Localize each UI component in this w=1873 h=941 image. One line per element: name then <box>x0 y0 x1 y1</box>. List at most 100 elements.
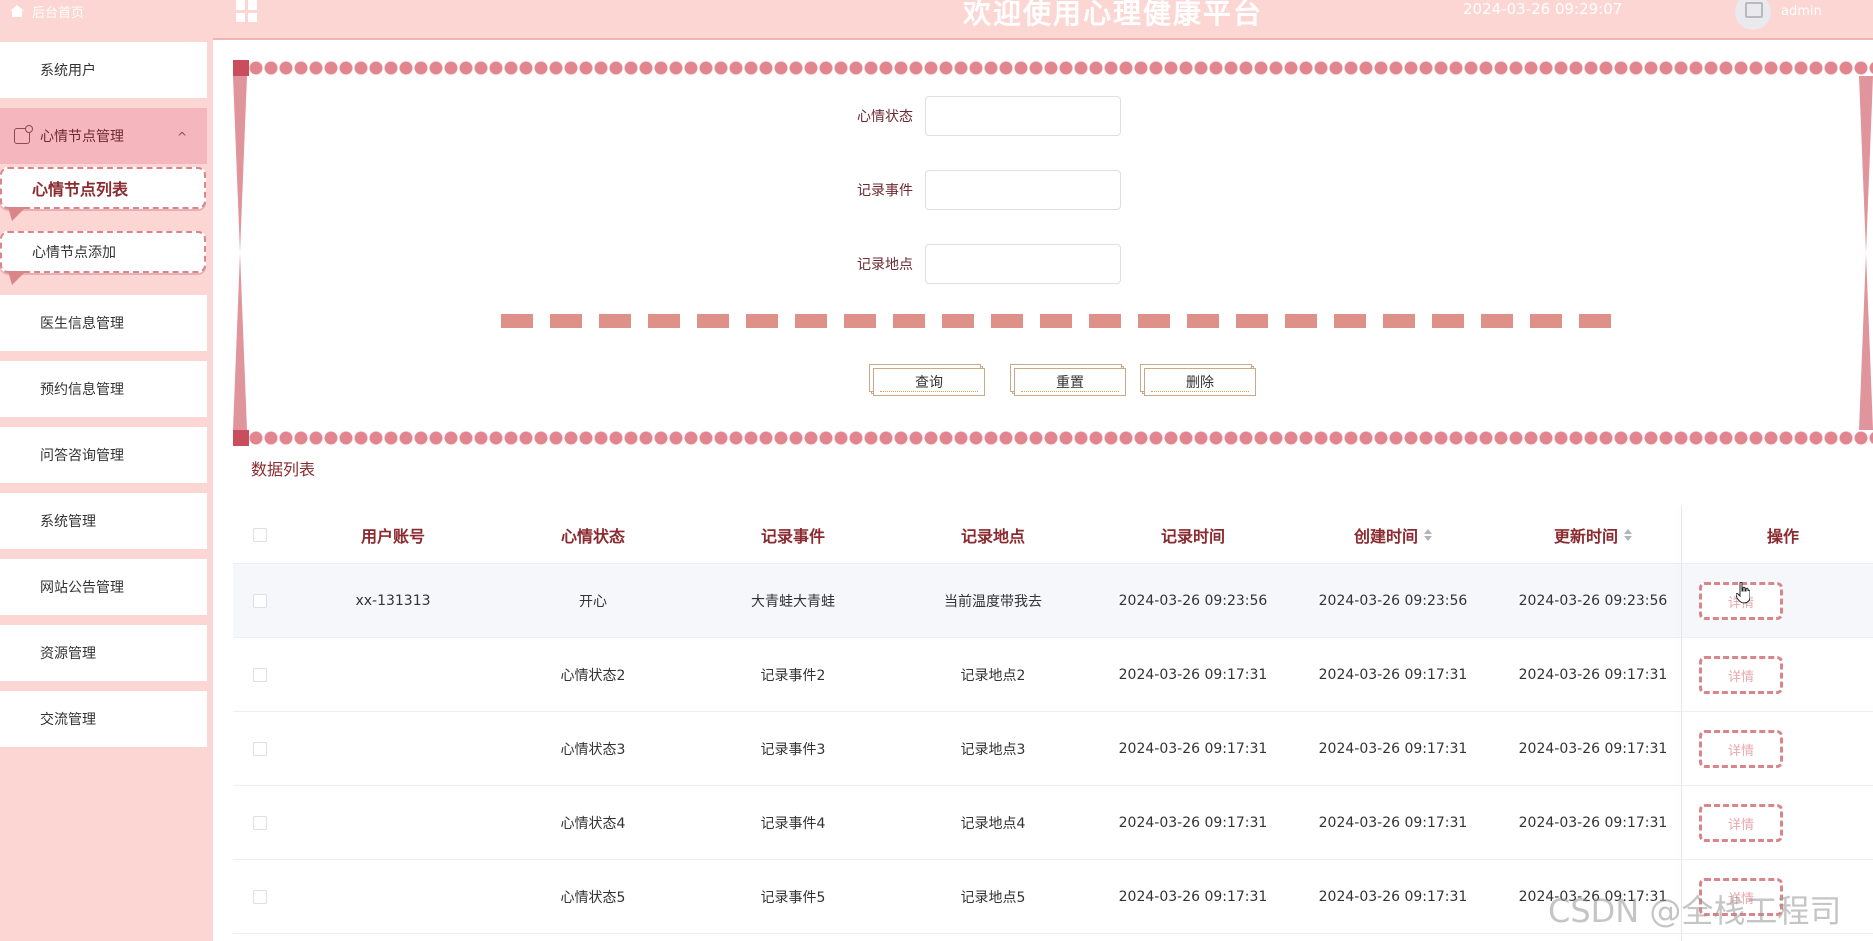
row-checkbox[interactable] <box>253 668 267 682</box>
sidebar: 后台首页 系统用户 心情节点管理 ^ 心情节点列表 心情节点添加 医生信息管理 … <box>0 0 213 941</box>
header-username[interactable]: admin <box>1781 4 1822 19</box>
cell-mood: 心情状态5 <box>560 890 626 906</box>
cell-account: xx-131313 <box>355 593 431 609</box>
reset-button[interactable]: 重置 <box>1014 368 1126 396</box>
event-label: 记录事件 <box>857 183 913 199</box>
cell-record-time: 2024-03-26 09:23:56 <box>1118 593 1268 609</box>
sidebar-item-label: 心情节点管理 <box>40 129 124 145</box>
sidebar-item-qa-consult[interactable]: 问答咨询管理 <box>0 427 207 483</box>
page-title: 欢迎使用心理健康平台 <box>962 0 1263 30</box>
detail-button[interactable]: 详情 <box>1699 730 1783 768</box>
sidebar-item-system-users[interactable]: 系统用户 <box>0 42 207 98</box>
chevron-up-icon: ^ <box>176 130 187 144</box>
select-all-checkbox[interactable] <box>253 528 267 542</box>
table-row[interactable]: 心情状态3 记录事件3 记录地点3 2024-03-26 09:17:31 20… <box>233 712 1873 786</box>
col-update-time[interactable]: 更新时间 <box>1493 506 1693 564</box>
col-place: 记录地点 <box>960 527 1025 546</box>
cell-place: 记录地点2 <box>960 668 1026 684</box>
sidebar-item-system-manage[interactable]: 系统管理 <box>0 493 207 549</box>
sidebar-subitem-mood-node-list[interactable]: 心情节点列表 <box>0 167 206 221</box>
sidebar-item-label: 医生信息管理 <box>40 316 124 332</box>
sidebar-item-label: 预约信息管理 <box>40 382 124 398</box>
cell-create-time: 2024-03-26 09:17:31 <box>1318 815 1468 831</box>
sidebar-home[interactable]: 后台首页 <box>0 0 213 22</box>
cell-record-time: 2024-03-26 09:17:31 <box>1118 889 1268 905</box>
sidebar-subitem-mood-node-add[interactable]: 心情节点添加 <box>0 231 206 285</box>
col-event: 记录事件 <box>760 527 825 546</box>
avatar-image-icon[interactable] <box>1735 0 1771 30</box>
mood-input[interactable] <box>925 96 1121 136</box>
row-checkbox[interactable] <box>253 594 267 608</box>
fixed-column-divider <box>1681 506 1682 941</box>
cell-event: 大青蛙大青蛙 <box>751 594 835 610</box>
cell-place: 记录地点4 <box>960 816 1026 832</box>
cell-event: 记录事件4 <box>760 816 826 832</box>
cell-create-time: 2024-03-26 09:17:31 <box>1318 741 1468 757</box>
cell-mood: 开心 <box>579 594 607 610</box>
cell-update-time: 2024-03-26 09:17:31 <box>1518 815 1668 831</box>
decorative-side-right <box>1859 76 1873 430</box>
row-checkbox[interactable] <box>253 742 267 756</box>
cell-mood: 心情状态3 <box>560 742 626 758</box>
cell-event: 记录事件5 <box>760 890 826 906</box>
col-mood: 心情状态 <box>560 527 625 546</box>
cell-event: 记录事件3 <box>760 742 826 758</box>
col-record-time: 记录时间 <box>1160 527 1225 546</box>
cell-mood: 心情状态4 <box>560 816 626 832</box>
cell-account <box>293 786 493 860</box>
cell-place: 记录地点3 <box>960 742 1026 758</box>
sidebar-item-mood-node-manage[interactable]: 心情节点管理 ^ <box>0 108 207 164</box>
sidebar-item-label: 交流管理 <box>40 712 96 728</box>
search-row-place: 记录地点 <box>833 244 1121 284</box>
node-manage-icon <box>14 125 33 144</box>
delete-button[interactable]: 删除 <box>1144 368 1256 396</box>
sidebar-item-doctor-info[interactable]: 医生信息管理 <box>0 295 207 351</box>
decorative-corner <box>233 60 249 76</box>
place-input[interactable] <box>925 244 1121 284</box>
cell-record-time: 2024-03-26 09:17:31 <box>1118 815 1268 831</box>
sidebar-subitem-label: 心情节点添加 <box>32 245 116 261</box>
query-button[interactable]: 查询 <box>873 368 985 396</box>
cell-update-time: 2024-03-26 09:23:56 <box>1518 593 1668 609</box>
sidebar-item-resource[interactable]: 资源管理 <box>0 625 207 681</box>
cell-create-time: 2024-03-26 09:17:31 <box>1318 667 1468 683</box>
sidebar-item-label: 网站公告管理 <box>40 580 124 596</box>
row-checkbox[interactable] <box>253 890 267 904</box>
detail-button[interactable]: 详情 <box>1699 804 1783 842</box>
table-row[interactable]: 心情状态4 记录事件4 记录地点4 2024-03-26 09:17:31 20… <box>233 786 1873 860</box>
place-label: 记录地点 <box>857 257 913 273</box>
sidebar-home-label: 后台首页 <box>32 5 85 21</box>
decorative-border-bottom <box>233 430 1873 446</box>
decorative-side-left <box>233 76 247 430</box>
table-row[interactable]: 心情状态2 记录事件2 记录地点2 2024-03-26 09:17:31 20… <box>233 638 1873 712</box>
hand-cursor-icon <box>1736 582 1750 604</box>
decorative-corner <box>233 430 249 446</box>
search-row-mood: 心情状态 <box>833 96 1121 136</box>
cell-update-time: 2024-03-26 09:17:31 <box>1518 741 1668 757</box>
cell-create-time: 2024-03-26 09:23:56 <box>1318 593 1468 609</box>
event-input[interactable] <box>925 170 1121 210</box>
sidebar-item-site-notice[interactable]: 网站公告管理 <box>0 559 207 615</box>
table-row[interactable]: xx-131313 开心 大青蛙大青蛙 当前温度带我去 2024-03-26 0… <box>233 564 1873 638</box>
cell-account <box>293 638 493 712</box>
col-create-time[interactable]: 创建时间 <box>1293 506 1493 564</box>
row-checkbox[interactable] <box>253 816 267 830</box>
cell-account <box>293 712 493 786</box>
sidebar-subitem-label: 心情节点列表 <box>32 180 129 199</box>
list-title: 数据列表 <box>251 460 316 479</box>
sidebar-item-appointment[interactable]: 预约信息管理 <box>0 361 207 417</box>
sidebar-item-label: 问答咨询管理 <box>40 448 124 464</box>
header-datetime: 2024-03-26 09:29:07 <box>1463 0 1623 18</box>
cell-mood: 心情状态2 <box>560 668 626 684</box>
search-panel: 心情状态 记录事件 记录地点 查询 重置 删除 <box>233 60 1873 446</box>
sort-caret-icon[interactable] <box>1624 529 1632 541</box>
cell-update-time: 2024-03-26 09:17:31 <box>1518 667 1668 683</box>
table-header: 用户账号 心情状态 记录事件 记录地点 记录时间 创建时间 更新时间 操作 <box>233 506 1873 564</box>
sidebar-item-exchange[interactable]: 交流管理 <box>0 691 207 747</box>
decorative-dash-line <box>501 314 1621 328</box>
grid-menu-icon[interactable] <box>236 0 258 22</box>
sort-caret-icon[interactable] <box>1424 529 1432 541</box>
cell-record-time: 2024-03-26 09:17:31 <box>1118 741 1268 757</box>
detail-button[interactable]: 详情 <box>1699 656 1783 694</box>
col-action: 操作 <box>1766 527 1799 546</box>
